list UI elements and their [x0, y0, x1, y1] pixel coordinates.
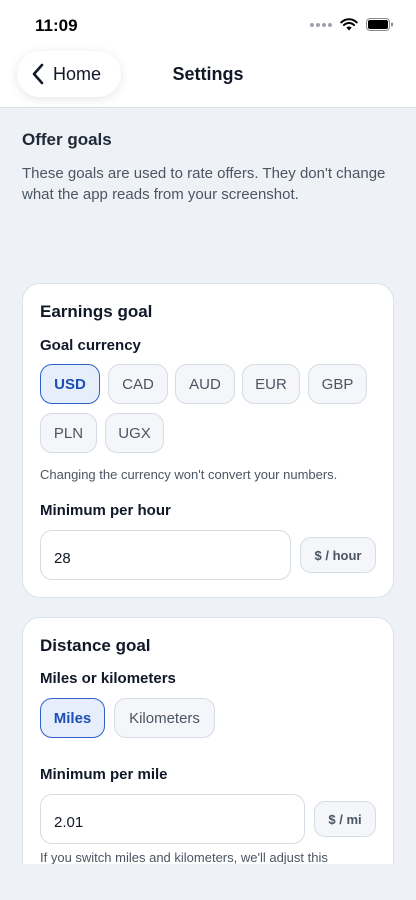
status-bar: 11:09	[0, 0, 416, 50]
currency-chip-aud[interactable]: AUD	[175, 364, 235, 404]
currency-chip-pln[interactable]: PLN	[40, 413, 97, 453]
minimum-per-hour-label: Minimum per hour	[40, 502, 171, 519]
signal-dots-icon	[310, 22, 332, 27]
per-mile-unit-badge: $ / mi	[314, 801, 376, 837]
nav-bar: Settings Home	[0, 50, 416, 108]
per-hour-unit-badge: $ / hour	[300, 537, 376, 573]
wifi-icon	[340, 18, 358, 31]
goal-currency-label: Goal currency	[40, 337, 141, 354]
currency-chip-ugx[interactable]: UGX	[105, 413, 164, 453]
distance-hint: If you switch miles and kilometers, we'l…	[40, 850, 328, 865]
currency-chip-eur[interactable]: EUR	[242, 364, 300, 404]
back-button-label: Home	[53, 63, 102, 84]
battery-icon	[366, 18, 393, 31]
bottom-safe-area	[0, 864, 416, 900]
unit-chip-kilometers[interactable]: Kilometers	[114, 698, 215, 738]
minimum-per-mile-input[interactable]	[40, 794, 305, 844]
currency-chip-usd[interactable]: USD	[40, 364, 100, 404]
section-description: These goals are used to rate offers. The…	[22, 165, 386, 203]
minimum-per-mile-label: Minimum per mile	[40, 766, 168, 783]
earnings-goal-title: Earnings goal	[40, 302, 153, 321]
chevron-left-icon	[32, 63, 44, 85]
currency-chip-cad[interactable]: CAD	[108, 364, 168, 404]
distance-unit-label: Miles or kilometers	[40, 670, 176, 687]
earnings-goal-card: Earnings goal Goal currency USD CAD AUD …	[22, 283, 394, 598]
distance-goal-title: Distance goal	[40, 636, 151, 655]
currency-chip-gbp[interactable]: GBP	[308, 364, 367, 404]
back-button[interactable]: Home	[17, 51, 121, 97]
section-title: Offer goals	[22, 130, 112, 149]
unit-chip-miles[interactable]: Miles	[40, 698, 105, 738]
currency-hint: Changing the currency won't convert your…	[40, 467, 338, 482]
minimum-per-hour-input[interactable]	[40, 530, 291, 580]
status-time: 11:09	[35, 16, 78, 35]
status-icons	[310, 18, 394, 31]
distance-goal-card: Distance goal Miles or kilometers Miles …	[22, 617, 394, 900]
